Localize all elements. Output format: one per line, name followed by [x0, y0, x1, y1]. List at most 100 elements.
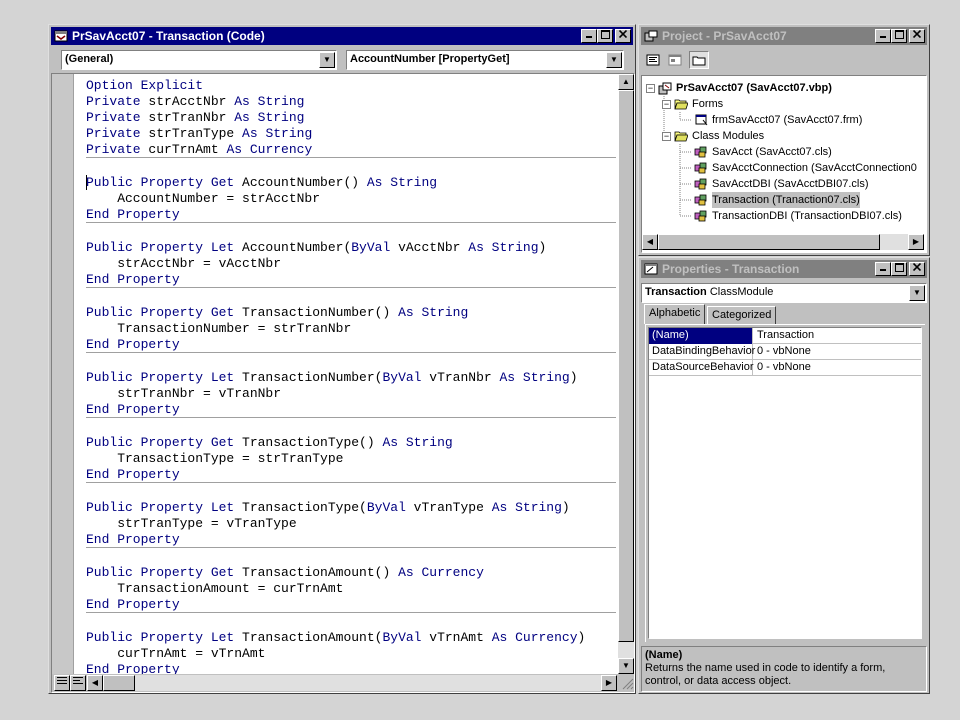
property-row[interactable]: DataBindingBehavior 0 - vbNone: [649, 344, 921, 360]
scroll-right-button[interactable]: ▶: [908, 234, 924, 250]
property-grid[interactable]: (Name) Transaction DataBindingBehavior 0…: [645, 324, 925, 642]
minimize-button[interactable]: [581, 29, 597, 43]
code-line[interactable]: curTrnAmt = vTrnAmt: [86, 646, 616, 662]
tree-node-form[interactable]: frmSavAcct07 (SavAcct07.frm): [694, 112, 862, 128]
code-line[interactable]: Private strTranNbr As String: [86, 110, 616, 126]
object-combo[interactable]: (General) ▼: [61, 50, 337, 70]
code-line[interactable]: TransactionAmount = curTrnAmt: [86, 581, 616, 597]
tree-node-forms-folder[interactable]: Forms: [674, 96, 723, 112]
horizontal-scroll-thumb[interactable]: [103, 675, 135, 691]
code-line[interactable]: strTranType = vTranType: [86, 516, 616, 532]
code-line[interactable]: Public Property Let TransactionNumber(By…: [86, 370, 616, 386]
code-blank-line[interactable]: [86, 354, 616, 370]
collapse-forms-button[interactable]: −: [662, 100, 671, 109]
vertical-scrollbar[interactable]: ▲ ▼: [618, 74, 634, 674]
procedure-combo[interactable]: AccountNumber [PropertyGet] ▼: [346, 50, 624, 70]
property-value[interactable]: Transaction: [754, 328, 921, 343]
tree-node-class[interactable]: SavAcctDBI (SavAcctDBI07.cls): [694, 176, 869, 192]
code-line[interactable]: Public Property Let AccountNumber(ByVal …: [86, 240, 616, 256]
project-tree[interactable]: − PrSavAcct07 (SavAcct07.vbp) − Forms fr…: [641, 75, 927, 253]
scroll-up-button[interactable]: ▲: [618, 74, 634, 90]
tree-node-class[interactable]: TransactionDBI (TransactionDBI07.cls): [694, 208, 902, 224]
view-code-button[interactable]: [643, 51, 663, 69]
code-text[interactable]: Option Explicit Private strAcctNbr As Str…: [86, 78, 616, 674]
code-line[interactable]: Option Explicit: [86, 78, 616, 94]
code-line[interactable]: Public Property Get TransactionType() As…: [86, 435, 616, 451]
tree-scroll-thumb[interactable]: [658, 234, 880, 250]
tree-node-class-selected[interactable]: Transaction (Tranaction07.cls): [694, 192, 860, 208]
code-line[interactable]: strAcctNbr = vAcctNbr: [86, 256, 616, 272]
scroll-left-button[interactable]: ◀: [87, 675, 103, 691]
chevron-down-icon[interactable]: ▼: [319, 52, 335, 68]
maximize-button[interactable]: [597, 29, 613, 43]
tree-node-class[interactable]: SavAcct (SavAcct07.cls): [694, 144, 832, 160]
property-grid-list[interactable]: (Name) Transaction DataBindingBehavior 0…: [648, 327, 922, 639]
code-line[interactable]: End Property: [86, 337, 616, 353]
code-line[interactable]: Public Property Let TransactionAmount(By…: [86, 630, 616, 646]
code-line[interactable]: End Property: [86, 467, 616, 483]
code-line[interactable]: End Property: [86, 207, 616, 223]
close-button[interactable]: [909, 29, 925, 43]
scroll-down-button[interactable]: ▼: [618, 658, 634, 674]
code-line[interactable]: Private strTranType As String: [86, 126, 616, 142]
toggle-folders-button[interactable]: [689, 51, 709, 69]
vertical-scroll-thumb[interactable]: [618, 90, 634, 642]
code-blank-line[interactable]: [86, 419, 616, 435]
chevron-down-icon[interactable]: ▼: [909, 285, 925, 301]
minimize-button[interactable]: [875, 262, 891, 276]
object-selector-combo[interactable]: Transaction ClassModule ▼: [641, 283, 927, 303]
code-line[interactable]: TransactionNumber = strTranNbr: [86, 321, 616, 337]
property-value[interactable]: 0 - vbNone: [754, 344, 921, 359]
code-blank-line[interactable]: [86, 224, 616, 240]
full-module-view-button[interactable]: [70, 675, 86, 691]
view-object-button[interactable]: [665, 51, 685, 69]
tab-alphabetic[interactable]: Alphabetic: [644, 304, 706, 324]
tree-node-class-modules-folder[interactable]: Class Modules: [674, 128, 764, 144]
close-button[interactable]: [909, 262, 925, 276]
code-line[interactable]: End Property: [86, 402, 616, 418]
code-line[interactable]: End Property: [86, 272, 616, 288]
resize-grip-icon[interactable]: [620, 676, 634, 690]
code-keyword: Public Property Get: [86, 565, 243, 580]
code-blank-line[interactable]: [86, 614, 616, 630]
maximize-button[interactable]: [891, 262, 907, 276]
property-value[interactable]: 0 - vbNone: [754, 360, 921, 375]
code-line[interactable]: Public Property Get TransactionNumber() …: [86, 305, 616, 321]
collapse-class-modules-button[interactable]: −: [662, 132, 671, 141]
tab-categorized[interactable]: Categorized: [707, 306, 777, 324]
tree-node-class[interactable]: SavAcctConnection (SavAcctConnection0: [694, 160, 917, 176]
code-line[interactable]: TransactionType = strTranType: [86, 451, 616, 467]
maximize-button[interactable]: [891, 29, 907, 43]
project-window-titlebar[interactable]: Project - PrSavAcct07: [641, 27, 927, 45]
margin-indicator-bar[interactable]: [52, 74, 74, 674]
property-row[interactable]: DataSourceBehavior 0 - vbNone: [649, 360, 921, 376]
code-blank-line[interactable]: [86, 549, 616, 565]
property-row[interactable]: (Name) Transaction: [649, 328, 921, 344]
code-line[interactable]: End Property: [86, 532, 616, 548]
code-line[interactable]: End Property: [86, 597, 616, 613]
code-line[interactable]: AccountNumber = strAcctNbr: [86, 191, 616, 207]
tree-node-project[interactable]: PrSavAcct07 (SavAcct07.vbp): [658, 80, 832, 96]
code-blank-line[interactable]: [86, 289, 616, 305]
code-line[interactable]: End Property: [86, 662, 616, 674]
code-line[interactable]: Public Property Let TransactionType(ByVa…: [86, 500, 616, 516]
minimize-button[interactable]: [875, 29, 891, 43]
code-line[interactable]: Public Property Get AccountNumber() As S…: [86, 175, 616, 191]
code-window-titlebar[interactable]: PrSavAcct07 - Transaction (Code): [51, 27, 633, 45]
close-button[interactable]: [615, 29, 631, 43]
code-line[interactable]: strTranNbr = vTranNbr: [86, 386, 616, 402]
chevron-down-icon[interactable]: ▼: [606, 52, 622, 68]
code-blank-line[interactable]: [86, 484, 616, 500]
tree-horizontal-scrollbar[interactable]: ◀ ▶: [642, 234, 924, 250]
code-editor[interactable]: Option Explicit Private strAcctNbr As Str…: [51, 73, 635, 693]
scroll-left-button[interactable]: ◀: [642, 234, 658, 250]
code-line[interactable]: Private curTrnAmt As Currency: [86, 142, 616, 158]
code-blank-line[interactable]: [86, 159, 616, 175]
horizontal-scrollbar[interactable]: ◀ ▶: [87, 675, 617, 691]
procedure-view-button[interactable]: [54, 675, 70, 691]
properties-window-titlebar[interactable]: Properties - Transaction: [641, 260, 927, 278]
code-line[interactable]: Private strAcctNbr As String: [86, 94, 616, 110]
scroll-right-button[interactable]: ▶: [601, 675, 617, 691]
collapse-root-button[interactable]: −: [646, 84, 655, 93]
code-line[interactable]: Public Property Get TransactionAmount() …: [86, 565, 616, 581]
